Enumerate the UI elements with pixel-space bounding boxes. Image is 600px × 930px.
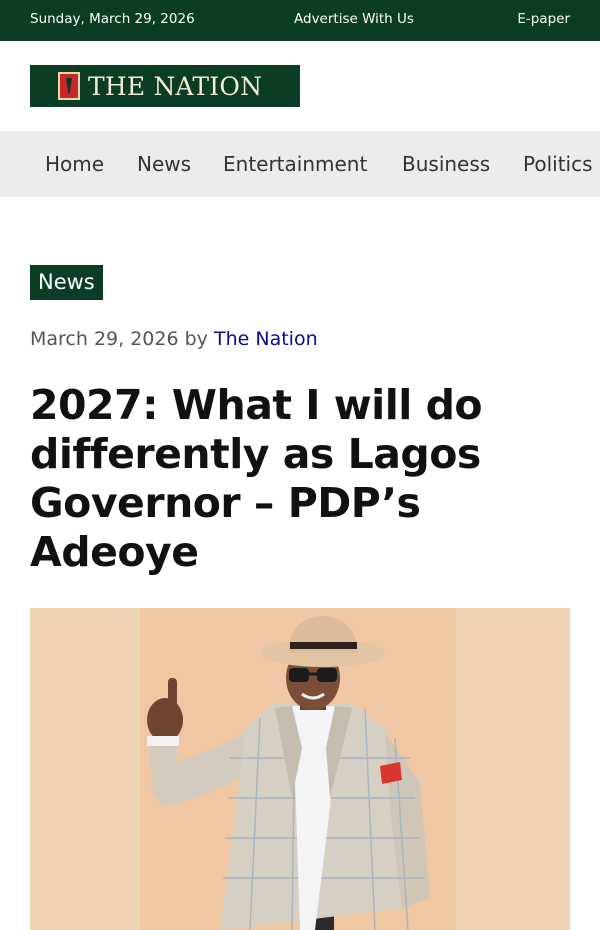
nav-item-entertainment[interactable]: Entertainment <box>223 152 367 176</box>
article-date: March 29, 2026 <box>30 328 179 350</box>
article-title: 2027: What I will do differently as Lago… <box>30 381 483 576</box>
site-logo[interactable]: THE NATION <box>30 65 300 107</box>
nav-item-news[interactable]: News <box>137 152 191 176</box>
man-thumbs-up-illustration <box>147 616 430 930</box>
logo-text: THE NATION <box>88 71 263 101</box>
hero-image <box>30 608 570 930</box>
author-link[interactable]: The Nation <box>214 328 318 350</box>
top-bar: Sunday, March 29, 2026 Advertise With Us… <box>0 0 600 41</box>
byline-by: by <box>184 328 208 350</box>
article-meta: March 29, 2026 by The Nation <box>30 328 318 350</box>
nav-item-politics[interactable]: Politics <box>523 152 593 176</box>
main-nav: Home News Entertainment Business Politic… <box>0 131 600 197</box>
nav-item-home[interactable]: Home <box>45 152 104 176</box>
advertise-link[interactable]: Advertise With Us <box>294 11 414 27</box>
current-date: Sunday, March 29, 2026 <box>30 11 195 27</box>
epaper-link[interactable]: E-paper <box>517 11 570 27</box>
nav-item-business[interactable]: Business <box>402 152 490 176</box>
category-badge[interactable]: News <box>30 265 103 300</box>
nation-emblem-icon <box>58 72 80 100</box>
